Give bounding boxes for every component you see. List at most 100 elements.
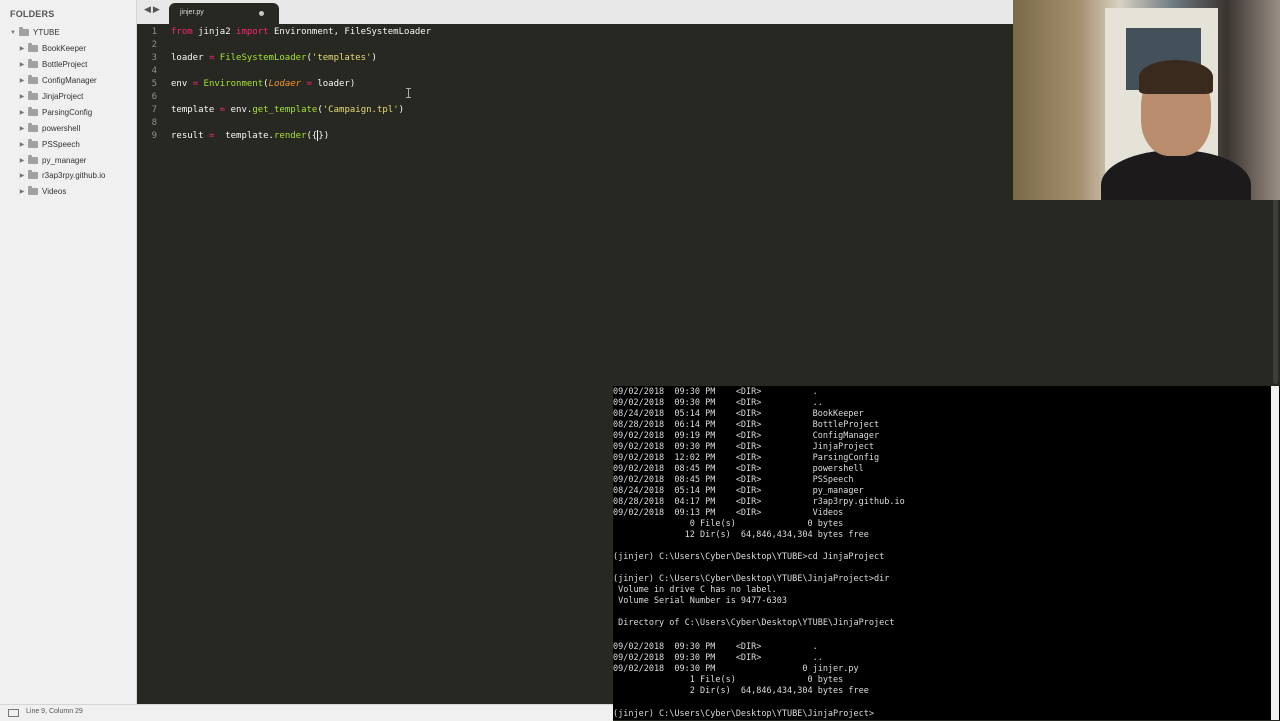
folder-item[interactable]: ▶ ConfigManager [0,73,136,89]
folder-item[interactable]: ▶ PSSpeech [0,136,136,152]
import-names-token: Environment, FileSystemLoader [268,27,432,37]
paren-token: ) [371,53,377,63]
collapse-arrow-icon[interactable]: ▶ [18,141,26,148]
terminal-line: 09/02/2018 08:45 PM <DIR> PSSpeech [613,475,854,485]
terminal-line: (jinjer) C:\Users\Cyber\Desktop\YTUBE>cd… [613,552,885,562]
folder-label: PSSpeech [42,139,80,149]
terminal-line: 08/24/2018 05:14 PM <DIR> py_manager [613,486,864,496]
collapse-arrow-icon[interactable]: ▶ [18,157,26,164]
collapse-arrow-icon[interactable]: ▶ [18,109,26,116]
status-bar: Line 9, Column 29 [0,704,613,721]
folder-label: YTUBE [33,28,60,38]
folder-item[interactable]: ▶ ParsingConfig [0,104,136,120]
terminal-line: 09/02/2018 09:30 PM <DIR> . [613,387,818,397]
collapse-arrow-icon[interactable]: ▶ [18,125,26,132]
argument-token: loader) [311,79,356,89]
line-number: 6 [151,92,157,102]
tab-jinjer-py[interactable]: jinjer.py [169,3,279,24]
folder-icon [28,186,38,196]
folder-icon [19,27,29,37]
webcam-overlay [1013,0,1280,200]
terminal-line: 09/02/2018 09:30 PM <DIR> .. [613,653,823,663]
line-number: 9 [151,131,157,141]
folder-item[interactable]: ▶ JinjaProject [0,89,136,105]
folder-label: Videos [42,187,67,197]
paren-token: ) [398,105,405,115]
function-token: Environment [203,79,264,89]
folder-tree: ▼ YTUBE ▶ BookKeeper ▶ BottleProject ▶ Conf… [0,25,136,200]
folder-label: BottleProject [42,60,88,70]
paren-token: ({ [306,131,318,141]
keyword-token: import [236,27,269,37]
collapse-arrow-icon[interactable]: ▶ [18,45,26,52]
terminal-line: 09/02/2018 09:30 PM <DIR> . [613,642,818,652]
code-line[interactable]: template = env.get_template('Campaign.tp… [171,104,404,117]
line-number: 1 [151,27,157,37]
folder-icon [28,59,38,69]
code-line[interactable]: from jinja2 import Environment, FileSyst… [171,26,431,39]
folder-label: py_manager [42,155,87,165]
terminal-line: 08/24/2018 05:14 PM <DIR> BookKeeper [613,409,864,419]
folder-icon [28,91,38,100]
code-line[interactable]: loader = FileSystemLoader('templates') [171,52,377,65]
collapse-arrow-icon[interactable]: ▶ [18,172,26,179]
variable-token: template [171,105,220,115]
folder-item[interactable]: ▶ powershell [0,120,136,136]
line-number: 4 [151,66,157,76]
collapse-arrow-icon[interactable]: ▶ [18,93,26,100]
code-line[interactable]: result = template.render({}) [171,130,329,143]
folder-icon [28,170,38,180]
folder-root[interactable]: ▼ YTUBE [0,25,136,41]
terminal-scrollbar[interactable] [1271,386,1279,720]
tab-label: jinjer.py [180,9,204,16]
folder-label: powershell [42,123,81,133]
terminal-line: (jinjer) C:\Users\Cyber\Desktop\YTUBE\Ji… [613,574,890,584]
folder-icon [28,122,38,132]
terminal-line: Volume Serial Number is 9477-6303 [613,596,787,606]
folder-icon [28,138,38,148]
terminal-line: 09/02/2018 08:45 PM <DIR> powershell [613,464,864,474]
unsaved-dot-icon[interactable] [259,11,264,16]
folder-item[interactable]: ▶ BottleProject [0,57,136,73]
folder-icon [28,106,38,116]
function-token: get_template [252,105,318,115]
terminal-line: 09/02/2018 09:30 PM 0 jinjer.py [613,664,859,674]
sidebar: FOLDERS ▼ YTUBE ▶ BookKeeper ▶ BottleProje… [0,0,137,704]
folder-label: ConfigManager [42,76,97,86]
terminal-prompt[interactable]: (jinjer) C:\Users\Cyber\Desktop\YTUBE\Ji… [613,709,874,720]
terminal-window[interactable]: 09/02/2018 09:30 PM <DIR> . 09/02/2018 0… [613,386,1280,720]
folder-label: BookKeeper [42,44,87,54]
terminal-line: 1 File(s) 0 bytes [613,675,844,685]
folder-item[interactable]: ▶ Videos [0,184,136,200]
sidebar-header: FOLDERS [10,9,55,19]
function-token: FileSystemLoader [219,53,307,63]
collapse-arrow-icon[interactable]: ▶ [18,61,26,68]
presenter-hair [1139,60,1213,94]
collapse-arrow-icon[interactable]: ▶ [18,77,26,84]
expand-arrow-icon[interactable]: ▼ [9,30,17,36]
function-token: render [273,131,307,141]
terminal-line: Directory of C:\Users\Cyber\Desktop\YTUB… [613,618,895,628]
folder-icon [28,75,38,85]
object-token: template. [225,131,274,141]
folder-label: JinjaProject [42,92,84,101]
string-token: 'Campaign.tpl' [322,105,399,115]
folder-label: r3ap3rpy.github.io [42,171,106,181]
folder-label: ParsingConfig [42,107,93,117]
collapse-arrow-icon[interactable]: ▶ [18,188,26,195]
code-line[interactable]: env = Environment(Lodaer = loader) [171,78,355,91]
terminal-line: 09/02/2018 09:13 PM <DIR> Videos [613,508,844,518]
variable-token: env [171,79,193,89]
terminal-line: Volume in drive C has no label. [613,585,777,595]
folder-item[interactable]: ▶ BookKeeper [0,41,136,57]
folder-item[interactable]: ▶ r3ap3rpy.github.io [0,168,136,184]
terminal-line: 09/02/2018 09:19 PM <DIR> ConfigManager [613,431,880,441]
line-number: 7 [151,105,157,115]
tab-nav-arrows-icon[interactable]: ◀▶ [144,5,162,15]
parameter-token: Lodaer [268,79,302,89]
folder-item[interactable]: ▶ py_manager [0,152,136,168]
keyword-token: from [171,27,193,37]
terminal-line: 2 Dir(s) 64,846,434,304 bytes free [613,686,869,696]
panel-toggle-icon[interactable] [8,709,19,717]
